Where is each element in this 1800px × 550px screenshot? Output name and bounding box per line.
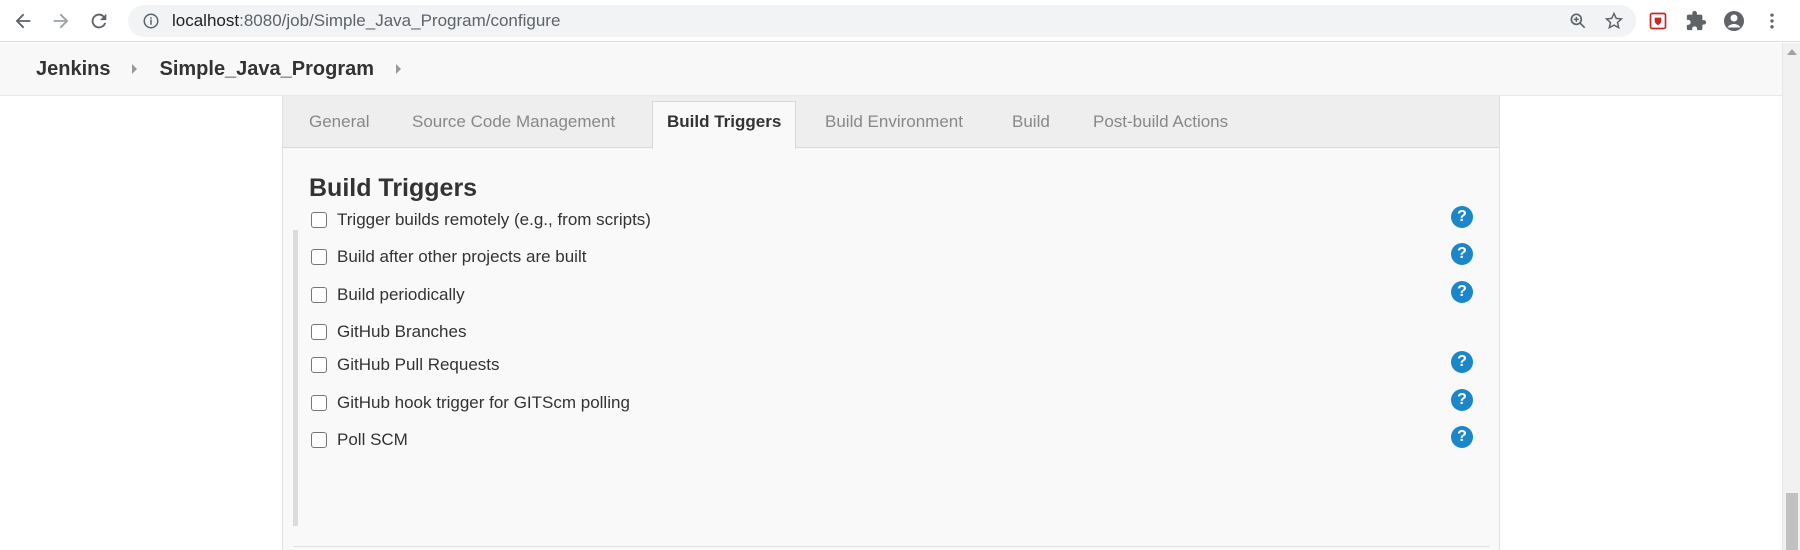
info-icon[interactable] [142, 12, 160, 30]
trigger-remote[interactable]: Trigger builds remotely (e.g., from scri… [311, 206, 651, 234]
tab-post-build-actions[interactable]: Post-build Actions [1093, 106, 1228, 148]
address-bar[interactable]: localhost:8080/job/Simple_Java_Program/c… [128, 5, 1636, 37]
tab-general[interactable]: General [309, 106, 369, 148]
trigger-github-branches-checkbox[interactable] [311, 324, 327, 340]
trigger-github-pull-requests[interactable]: GitHub Pull Requests [311, 351, 500, 379]
help-icon[interactable]: ? [1451, 389, 1473, 411]
back-icon[interactable] [4, 2, 42, 40]
help-icon[interactable]: ? [1451, 281, 1473, 303]
chevron-right-icon[interactable] [396, 64, 402, 74]
menu-dots-icon[interactable] [1760, 9, 1784, 33]
breadcrumb: Jenkins Simple_Java_Program [0, 43, 1782, 96]
trigger-poll-scm[interactable]: Poll SCM [311, 426, 408, 454]
puzzle-icon[interactable] [1684, 9, 1708, 33]
forward-icon[interactable] [42, 2, 80, 40]
config-panel: General Source Code Management Build Tri… [282, 96, 1500, 550]
scrollbar-thumb[interactable] [1786, 493, 1798, 550]
trigger-label: Poll SCM [337, 430, 408, 449]
help-icon[interactable]: ? [1451, 206, 1473, 228]
trigger-label: GitHub Pull Requests [337, 355, 500, 374]
help-icon[interactable]: ? [1451, 426, 1473, 448]
zoom-icon[interactable] [1568, 11, 1588, 31]
tab-build[interactable]: Build [1012, 106, 1050, 148]
trigger-github-hook-checkbox[interactable] [311, 395, 327, 411]
trigger-label: Trigger builds remotely (e.g., from scri… [337, 210, 651, 229]
breadcrumb-jenkins[interactable]: Jenkins [36, 58, 110, 81]
help-icon[interactable]: ? [1451, 351, 1473, 373]
config-tabbar: General Source Code Management Build Tri… [283, 96, 1499, 149]
reload-icon[interactable] [80, 2, 118, 40]
tab-build-triggers[interactable]: Build Triggers [652, 101, 797, 149]
trigger-label: Build periodically [337, 285, 465, 304]
trigger-github-pull-requests-checkbox[interactable] [311, 357, 327, 373]
section-divider [293, 546, 1489, 547]
trigger-label: GitHub Branches [337, 322, 467, 341]
account-icon[interactable] [1722, 9, 1746, 33]
trigger-poll-scm-checkbox[interactable] [311, 432, 327, 448]
section-title: Build Triggers [309, 174, 478, 202]
trigger-after-other-projects-checkbox[interactable] [311, 249, 327, 265]
breadcrumb-job[interactable]: Simple_Java_Program [159, 58, 374, 81]
browser-toolbar: localhost:8080/job/Simple_Java_Program/c… [0, 0, 1800, 42]
page-scrollbar[interactable] [1782, 43, 1800, 550]
trigger-after-other-projects[interactable]: Build after other projects are built [311, 243, 586, 271]
trigger-github-branches[interactable]: GitHub Branches [311, 318, 466, 346]
trigger-github-hook[interactable]: GitHub hook trigger for GITScm polling [311, 389, 630, 417]
trigger-periodically[interactable]: Build periodically [311, 281, 465, 309]
star-icon[interactable] [1604, 11, 1624, 31]
trigger-label: GitHub hook trigger for GITScm polling [337, 393, 630, 412]
extension-shield-icon[interactable] [1646, 9, 1670, 33]
help-icon[interactable]: ? [1451, 243, 1473, 265]
trigger-remote-checkbox[interactable] [311, 212, 327, 228]
trigger-periodically-checkbox[interactable] [311, 287, 327, 303]
url-text: localhost:8080/job/Simple_Java_Program/c… [172, 11, 561, 30]
scroll-up-icon[interactable] [1787, 49, 1797, 55]
section-indent-bar [293, 230, 298, 526]
trigger-label: Build after other projects are built [337, 247, 587, 266]
tab-build-environment[interactable]: Build Environment [825, 106, 963, 148]
chevron-right-icon[interactable] [132, 64, 138, 74]
tab-source-code-management[interactable]: Source Code Management [412, 106, 615, 148]
